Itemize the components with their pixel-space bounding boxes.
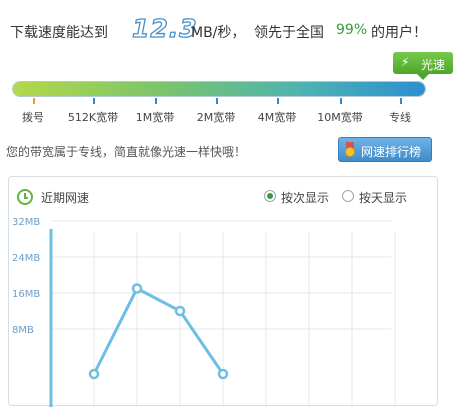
percent-value: 99%	[336, 22, 368, 38]
headline-prefix: 下载速度能达到	[10, 25, 108, 41]
scale-label-2m: 2M宽带	[196, 111, 236, 124]
speed-unit: MB/秒，	[191, 25, 246, 41]
scale-label-512k: 512K宽带	[67, 111, 119, 124]
scale-tick	[216, 98, 218, 104]
speed-level-label: 光速	[421, 58, 446, 72]
scale-tick	[33, 98, 35, 104]
medal-icon	[345, 142, 355, 157]
y-tick-label: 16MB	[12, 289, 40, 300]
scale-tick	[155, 98, 157, 104]
scale-tick	[93, 98, 95, 104]
recent-speed-panel: 近期网速 按次显示 按天显示 8MB 16MB 24MB 32MB	[8, 176, 438, 407]
speed-level-tag: ⚡ 光速	[393, 52, 453, 80]
y-tick-label: 8MB	[12, 325, 34, 336]
lightning-icon: ⚡	[401, 55, 410, 69]
bandwidth-bar	[12, 81, 426, 97]
bandwidth-bar-fill	[13, 82, 425, 96]
speed-headline: 下载速度能达到 12.3 MB/秒， 领先于全国 99% 的用户！	[10, 13, 460, 48]
data-point	[131, 283, 143, 294]
scale-tick	[400, 98, 402, 104]
scale-label-4m: 4M宽带	[257, 111, 297, 124]
speed-ranking-button[interactable]: 网速排行榜	[338, 137, 432, 162]
scale-tick	[340, 98, 342, 104]
lead-text: 领先于全国	[254, 25, 324, 41]
scale-tick	[277, 98, 279, 104]
speed-value: 12.3	[131, 13, 198, 43]
data-point	[174, 305, 186, 317]
data-point	[88, 368, 100, 380]
bandwidth-info-text: 您的带宽属于专线，简直就像光速一样快哦！	[6, 145, 247, 159]
scale-label-1m: 1M宽带	[135, 111, 175, 124]
scale-label-dialup: 拨号	[22, 111, 44, 124]
scale-label-dedicated: 专线	[389, 111, 411, 124]
y-tick-label: 32MB	[12, 217, 40, 228]
headline-suffix: 的用户！	[371, 25, 427, 41]
speed-series-line	[92, 287, 225, 375]
y-tick-label: 24MB	[12, 253, 40, 264]
scale-label-10m: 10M宽带	[317, 111, 363, 124]
speed-chart: 8MB 16MB 24MB 32MB	[12, 217, 396, 407]
speed-ranking-label: 网速排行榜	[361, 145, 422, 159]
data-point	[217, 368, 229, 380]
